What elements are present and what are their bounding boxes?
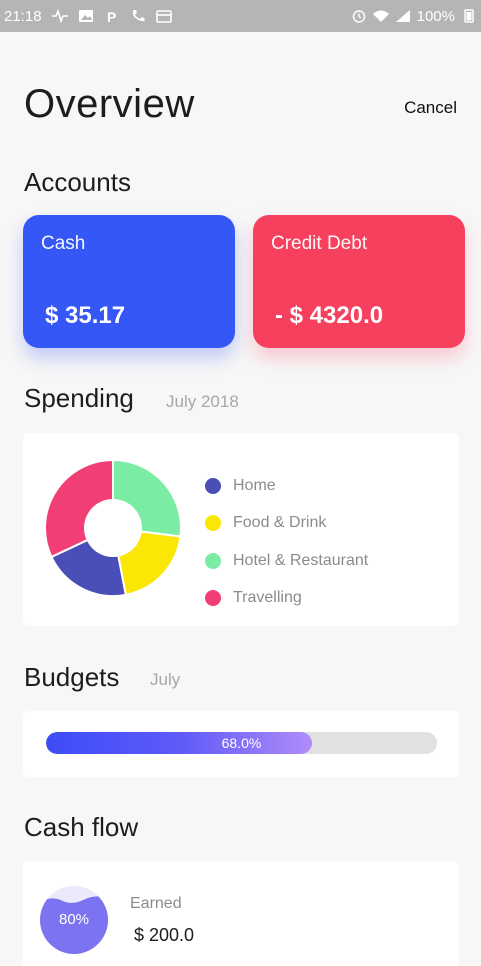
account-label: Credit Debt xyxy=(271,233,368,254)
cash-flow-panel: 80% Earned $ 200.0 xyxy=(23,861,459,966)
cash-flow-heading: Cash flow xyxy=(24,812,139,842)
account-card-credit-debt[interactable]: Credit Debt - $ 4320.0 xyxy=(253,215,465,348)
legend-item: Food & Drink xyxy=(205,505,368,543)
spending-legend: Home Food & Drink Hotel & Restaurant Tra… xyxy=(205,467,368,617)
legend-label: Home xyxy=(233,476,276,494)
spending-period: July 2018 xyxy=(166,392,239,411)
status-time: 21:18 xyxy=(4,7,42,25)
legend-dot xyxy=(205,552,221,569)
account-label: Cash xyxy=(41,233,86,254)
phone-icon xyxy=(130,9,146,23)
budget-progress-label: 68.0% xyxy=(221,735,262,751)
legend-label: Hotel & Restaurant xyxy=(233,551,369,569)
donut-slice-travelling xyxy=(44,458,114,559)
spending-donut-chart xyxy=(44,458,182,597)
legend-item: Hotel & Restaurant xyxy=(205,542,368,580)
svg-text:P: P xyxy=(107,9,116,23)
account-amount: - $ 4320.0 xyxy=(275,302,384,329)
battery-percent: 100% xyxy=(416,7,455,25)
wifi-icon xyxy=(372,9,389,23)
legend-dot xyxy=(205,590,221,607)
gauge-label: 80% xyxy=(58,911,90,928)
earned-amount: $ 200.0 xyxy=(134,925,195,945)
account-amount: $ 35.17 xyxy=(45,302,126,329)
budget-panel: 68.0% xyxy=(23,711,459,777)
donut-slice-food-drink xyxy=(117,530,182,596)
legend-dot xyxy=(205,477,221,494)
signal-icon xyxy=(395,9,411,23)
donut-slice-hotel-restaurant xyxy=(112,458,182,538)
spending-heading: Spending xyxy=(24,383,134,413)
image-icon xyxy=(78,9,94,23)
earned-label: Earned xyxy=(130,895,182,912)
legend-dot xyxy=(205,515,221,532)
legend-label: Food & Drink xyxy=(233,514,327,532)
spending-panel: Home Food & Drink Hotel & Restaurant Tra… xyxy=(23,433,459,626)
legend-label: Travelling xyxy=(233,589,302,607)
alarm-icon xyxy=(351,9,367,23)
legend-item: Home xyxy=(205,467,368,505)
status-bar: 21:18 P 100% xyxy=(0,0,481,32)
calendar-icon xyxy=(155,9,172,23)
budget-progress-bar: 68.0% xyxy=(46,732,437,754)
p-icon: P xyxy=(104,9,120,23)
budgets-heading: Budgets xyxy=(24,662,120,692)
accounts-heading: Accounts xyxy=(24,167,131,197)
activity-icon xyxy=(51,9,68,23)
legend-item: Travelling xyxy=(205,580,368,618)
budgets-period: July xyxy=(150,670,181,689)
account-card-cash[interactable]: Cash $ 35.17 xyxy=(23,215,235,348)
cancel-button[interactable]: Cancel xyxy=(404,98,457,118)
page-title: Overview xyxy=(24,82,195,126)
battery-icon xyxy=(461,9,477,23)
